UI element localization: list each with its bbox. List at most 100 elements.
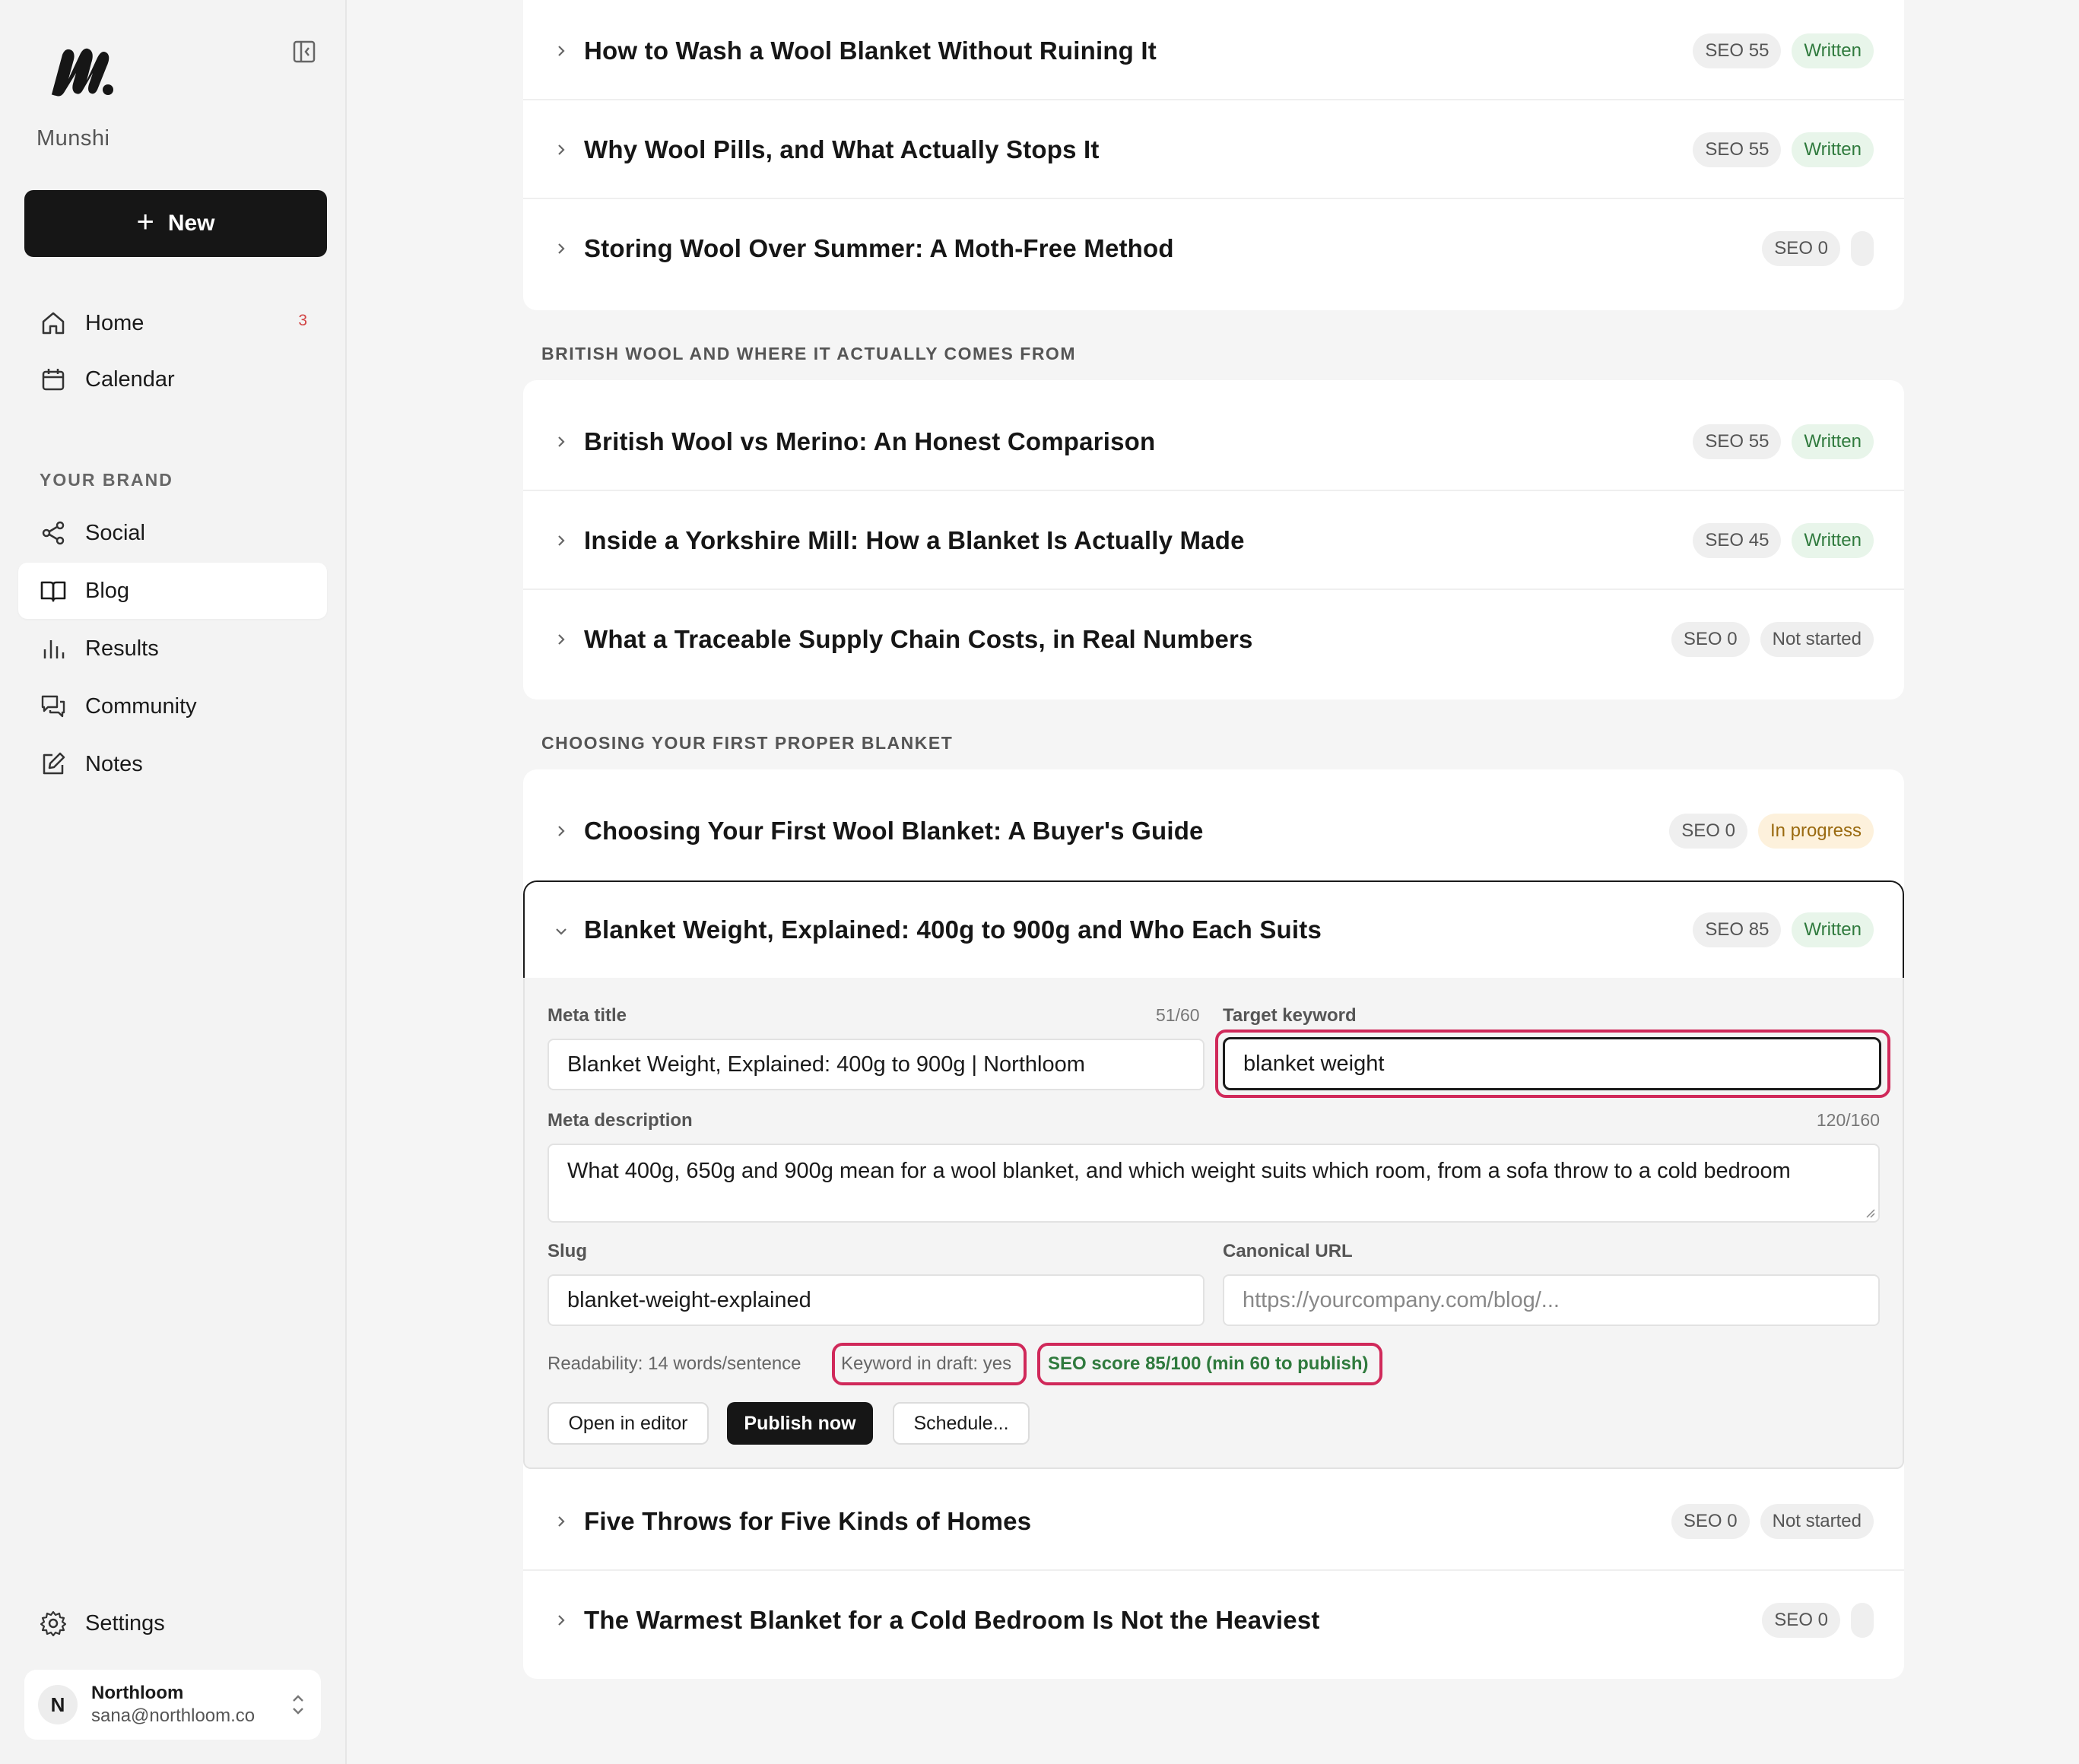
group-heading: BRITISH WOOL AND WHERE IT ACTUALLY COMES… xyxy=(541,344,1076,363)
post-title: Inside a Yorkshire Mill: How a Blanket I… xyxy=(584,526,1245,554)
canonical-url-label: Canonical URL xyxy=(1223,1241,1353,1261)
sidebar-item-label: Calendar xyxy=(85,366,175,392)
status-badge: Written xyxy=(1792,424,1874,459)
post-row[interactable]: Why Wool Pills, and What Actually Stops … xyxy=(523,100,1904,199)
share-icon xyxy=(40,519,67,547)
status-badge xyxy=(1851,231,1874,266)
chevron-right-icon[interactable] xyxy=(554,240,569,257)
post-row-expanded[interactable]: Blanket Weight, Explained: 400g to 900g … xyxy=(523,880,1904,979)
seo-badge: SEO 0 xyxy=(1671,622,1750,657)
seo-details-panel: Meta title 51/60 Blanket Weight, Explain… xyxy=(523,978,1904,1469)
seo-badge: SEO 0 xyxy=(1762,231,1840,266)
calendar-icon xyxy=(40,366,67,393)
meta-description-label: Meta description xyxy=(548,1110,693,1131)
status-badge: Written xyxy=(1792,523,1874,558)
munshi-logo xyxy=(51,48,113,97)
meta-description-text: What 400g, 650g and 900g mean for a wool… xyxy=(567,1159,1791,1183)
account-email: sana@northloom.co xyxy=(91,1705,256,1726)
sidebar-item-label: Results xyxy=(85,636,159,661)
collapse-sidebar-button[interactable] xyxy=(292,40,318,64)
sidebar-item-label: Notes xyxy=(85,751,143,776)
seo-badge: SEO 55 xyxy=(1693,132,1782,167)
status-badge: Written xyxy=(1792,33,1874,68)
sidebar-item-blog[interactable]: Blog xyxy=(18,563,327,619)
sidebar-item-label: Social xyxy=(85,520,145,545)
sidebar-item-label: Settings xyxy=(85,1610,165,1636)
chevron-right-icon[interactable] xyxy=(554,1513,569,1530)
post-title: How to Wash a Wool Blanket Without Ruini… xyxy=(584,36,1157,65)
account-name: Northloom xyxy=(91,1683,184,1703)
post-title: British Wool vs Merino: An Honest Compar… xyxy=(584,427,1156,455)
resize-handle-icon[interactable] xyxy=(1863,1206,1875,1218)
meta-title-input[interactable]: Blanket Weight, Explained: 400g to 900g … xyxy=(548,1039,1205,1090)
chevron-right-icon[interactable] xyxy=(554,631,569,648)
canonical-url-input[interactable]: https://yourcompany.com/blog/... xyxy=(1223,1274,1880,1326)
sidebar-toggle-icon xyxy=(293,40,316,63)
post-title: Blanket Weight, Explained: 400g to 900g … xyxy=(584,915,1322,944)
sidebar-item-label: Community xyxy=(85,693,197,719)
open-in-editor-button[interactable]: Open in editor xyxy=(548,1402,709,1445)
meta-title-char-count: 51/60 xyxy=(1156,1005,1200,1025)
chevron-right-icon[interactable] xyxy=(554,141,569,158)
chevron-right-icon[interactable] xyxy=(554,433,569,450)
meta-title-label: Meta title xyxy=(548,1005,627,1026)
sidebar-item-social[interactable]: Social xyxy=(18,505,327,561)
meta-description-textarea[interactable]: What 400g, 650g and 900g mean for a wool… xyxy=(548,1144,1880,1223)
publish-now-button[interactable]: Publish now xyxy=(727,1402,873,1445)
sidebar: Munshi + New Home 3 Calendar YOUR BRAND … xyxy=(0,0,347,1764)
post-row[interactable]: Inside a Yorkshire Mill: How a Blanket I… xyxy=(523,491,1904,590)
new-button[interactable]: + New xyxy=(24,190,327,257)
sidebar-item-calendar[interactable]: Calendar xyxy=(18,351,327,408)
sidebar-item-community[interactable]: Community xyxy=(18,678,327,734)
sidebar-item-settings[interactable]: Settings xyxy=(18,1595,327,1651)
post-row[interactable]: The Warmest Blanket for a Cold Bedroom I… xyxy=(523,1571,1904,1670)
seo-badge: SEO 0 xyxy=(1669,814,1747,849)
post-row[interactable]: Five Throws for Five Kinds of Homes SEO … xyxy=(523,1472,1904,1571)
post-row[interactable]: How to Wash a Wool Blanket Without Ruini… xyxy=(523,2,1904,100)
chevron-down-icon[interactable] xyxy=(554,923,569,940)
post-title: Choosing Your First Wool Blanket: A Buye… xyxy=(584,817,1204,845)
group-heading: CHOOSING YOUR FIRST PROPER BLANKET xyxy=(541,733,954,753)
chevron-right-icon[interactable] xyxy=(554,823,569,839)
schedule-button[interactable]: Schedule... xyxy=(893,1402,1030,1445)
seo-badge: SEO 55 xyxy=(1693,424,1782,459)
post-group-card: How to Wash a Wool Blanket Without Ruini… xyxy=(523,0,1904,310)
chevron-right-icon[interactable] xyxy=(554,1612,569,1629)
post-title: Five Throws for Five Kinds of Homes xyxy=(584,1507,1032,1535)
seo-badge: SEO 55 xyxy=(1693,33,1782,68)
chevron-right-icon[interactable] xyxy=(554,532,569,549)
keyword-in-draft-stat: Keyword in draft: yes xyxy=(841,1353,1012,1374)
post-title: The Warmest Blanket for a Cold Bedroom I… xyxy=(584,1606,1320,1634)
book-icon xyxy=(40,577,67,604)
notification-badge: 3 xyxy=(298,312,307,329)
sidebar-item-notes[interactable]: Notes xyxy=(18,736,327,792)
sidebar-item-label: Home xyxy=(85,310,144,335)
post-row[interactable]: Choosing Your First Wool Blanket: A Buye… xyxy=(523,782,1904,880)
section-label-your-brand: YOUR BRAND xyxy=(40,470,173,490)
seo-badge: SEO 0 xyxy=(1762,1603,1840,1638)
sidebar-item-label: Blog xyxy=(85,578,130,603)
readability-stat: Readability: 14 words/sentence xyxy=(548,1353,801,1374)
post-row[interactable]: What a Traceable Supply Chain Costs, in … xyxy=(523,590,1904,689)
avatar: N xyxy=(38,1685,78,1724)
seo-badge: SEO 85 xyxy=(1693,912,1782,947)
seo-score-stat: SEO score 85/100 (min 60 to publish) xyxy=(1048,1353,1369,1374)
status-badge: Not started xyxy=(1760,1504,1874,1539)
post-row[interactable]: British Wool vs Merino: An Honest Compar… xyxy=(523,392,1904,491)
status-badge: Written xyxy=(1792,132,1874,167)
chat-icon xyxy=(40,693,67,720)
account-switcher[interactable]: N Northloom sana@northloom.co xyxy=(24,1670,321,1740)
chevron-right-icon[interactable] xyxy=(554,43,569,59)
target-keyword-input[interactable]: blanket weight xyxy=(1223,1037,1881,1090)
sidebar-item-home[interactable]: Home 3 xyxy=(18,295,327,351)
sidebar-item-results[interactable]: Results xyxy=(18,620,327,677)
post-row[interactable]: Storing Wool Over Summer: A Moth-Free Me… xyxy=(523,199,1904,298)
post-title: Storing Wool Over Summer: A Moth-Free Me… xyxy=(584,234,1174,262)
status-badge: Not started xyxy=(1760,622,1874,657)
gear-icon xyxy=(40,1610,67,1637)
status-badge: In progress xyxy=(1757,814,1874,849)
slug-input[interactable]: blanket-weight-explained xyxy=(548,1274,1205,1326)
plus-icon: + xyxy=(136,205,154,239)
status-badge: Written xyxy=(1792,912,1874,947)
target-keyword-label: Target keyword xyxy=(1223,1005,1357,1026)
